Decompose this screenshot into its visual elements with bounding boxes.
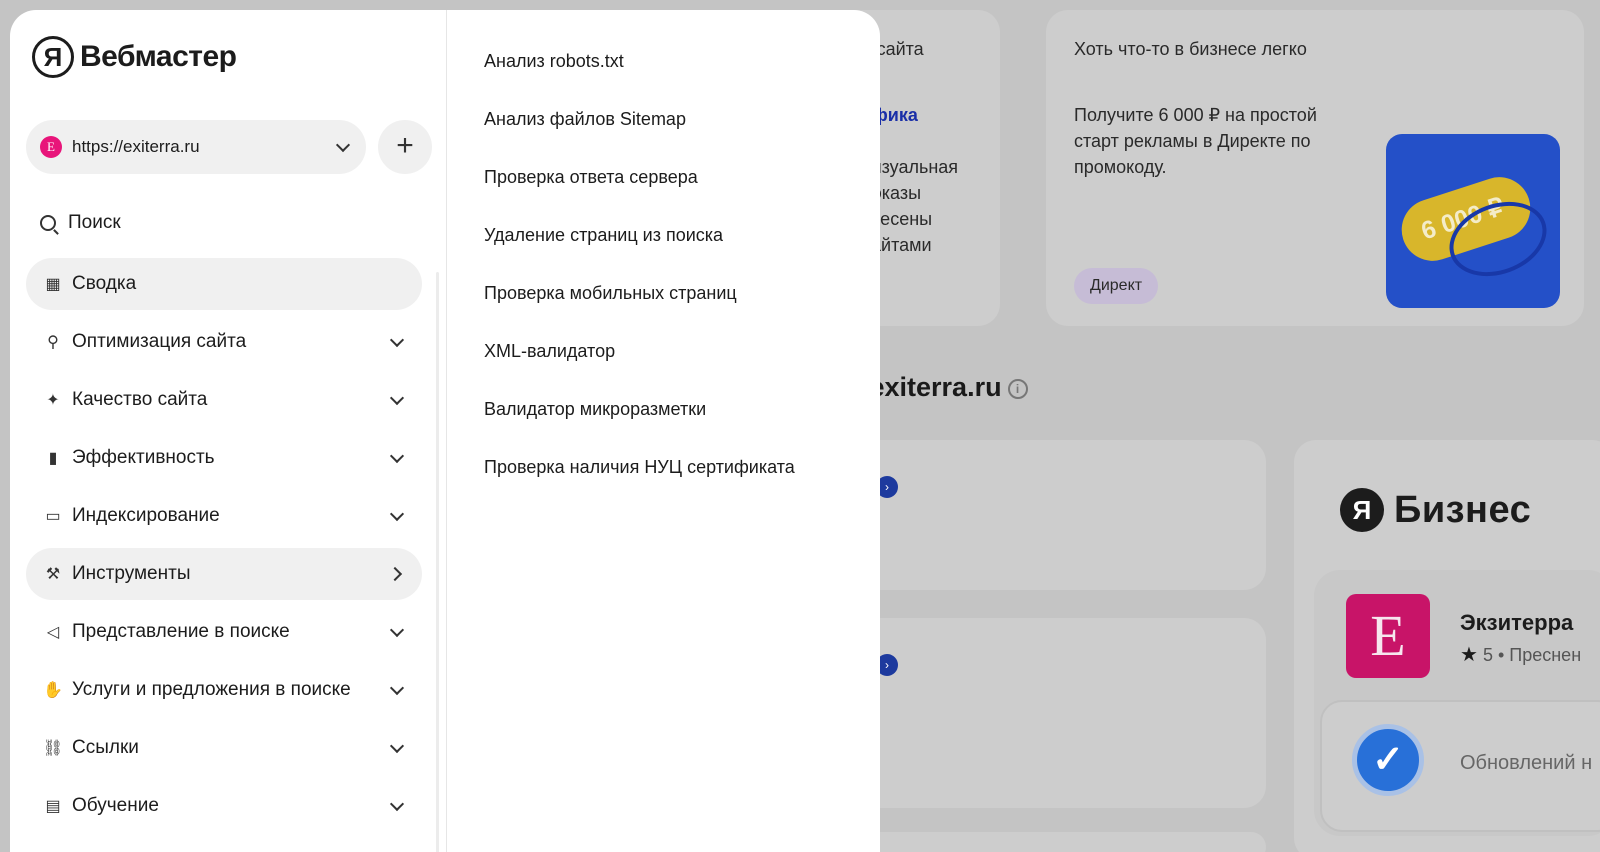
- wrench-icon: ⚒: [45, 566, 61, 583]
- promo-text: Получите 6 000 ₽ на простой старт реклам…: [1074, 105, 1317, 177]
- panel-divider: [446, 10, 447, 852]
- chevron-down-icon: [388, 391, 406, 409]
- search-label: Поиск: [68, 212, 121, 233]
- chevron-down-icon: [388, 739, 406, 757]
- monitor-icon: ▭: [45, 508, 61, 525]
- site-selector[interactable]: E https://exiterra.ru: [26, 120, 366, 174]
- menu-item-efficiency[interactable]: ▮ Эффективность: [26, 432, 422, 484]
- navigation-drawer: Я Вебмастер E https://exiterra.ru + Поис…: [10, 10, 880, 852]
- menu-item-label: Оптимизация сайта: [72, 331, 247, 352]
- business-logo-word: Бизнес: [1394, 488, 1532, 531]
- site-url: https://exiterra.ru: [72, 137, 200, 156]
- book-icon: ▤: [45, 798, 61, 815]
- tool-server-response[interactable]: Проверка ответа сервера: [484, 164, 795, 222]
- menu-item-quality[interactable]: ✦ Качество сайта: [26, 374, 422, 426]
- business-logo-mark: Я: [1340, 488, 1384, 532]
- menu-item-label: Обучение: [72, 795, 159, 816]
- menu-item-indexing[interactable]: ▭ Индексирование: [26, 490, 422, 542]
- sitemap-icon: ⚲: [47, 334, 59, 351]
- tool-certificate-check[interactable]: Проверка наличия НУЦ сертификата: [484, 454, 795, 512]
- main-menu: ▦ Сводка ⚲ Оптимизация сайта ✦ Качество …: [26, 258, 422, 838]
- menu-item-search-appearance[interactable]: ◁ Представление в поиске: [26, 606, 422, 658]
- org-location: • Преснен: [1497, 645, 1582, 665]
- chevron-down-icon: [388, 681, 406, 699]
- grid-icon: ▦: [45, 276, 61, 293]
- menu-item-label: Качество сайта: [72, 389, 208, 410]
- org-name[interactable]: Экзитерра: [1460, 610, 1573, 636]
- tool-remove-pages[interactable]: Удаление страниц из поиска: [484, 222, 795, 280]
- chevron-right-icon: [388, 565, 406, 583]
- chevron-down-icon: [388, 507, 406, 525]
- menu-item-summary[interactable]: ▦ Сводка: [26, 258, 422, 310]
- tool-xml-validator[interactable]: XML-валидатор: [484, 338, 795, 396]
- tools-submenu: Анализ robots.txt Анализ файлов Sitemap …: [484, 48, 795, 512]
- section-card[interactable]: [830, 440, 1266, 590]
- menu-item-optimization[interactable]: ⚲ Оптимизация сайта: [26, 316, 422, 368]
- promo-image: 6 000 ₽: [1386, 134, 1560, 308]
- updates-text: Обновлений н: [1460, 752, 1593, 774]
- bars-icon: ▮: [48, 450, 58, 467]
- chevron-down-icon: [334, 138, 352, 156]
- search-icon: [40, 215, 56, 231]
- section-title-text: /exiterra.ru: [862, 372, 1002, 402]
- promo-tag[interactable]: Директ: [1074, 268, 1159, 304]
- menu-item-label: Эффективность: [72, 447, 215, 468]
- chevron-down-icon: [388, 333, 406, 351]
- sidebar: Я Вебмастер E https://exiterra.ru + Поис…: [10, 10, 446, 852]
- menu-item-label: Индексирование: [72, 505, 220, 526]
- menu-item-label: Ссылки: [72, 737, 139, 758]
- tool-markup-validator[interactable]: Валидатор микроразметки: [484, 396, 795, 454]
- menu-item-learning[interactable]: ▤ Обучение: [26, 780, 422, 832]
- logo-text: Вебмастер: [80, 40, 237, 73]
- sidebar-scrollbar[interactable]: [436, 272, 439, 852]
- business-logo: Я Бизнес: [1340, 488, 1531, 532]
- menu-item-label: Инструменты: [72, 563, 191, 584]
- org-logo: E: [1346, 594, 1430, 678]
- section-card[interactable]: [830, 618, 1266, 808]
- chevron-down-icon: [388, 797, 406, 815]
- tool-robots-analysis[interactable]: Анализ robots.txt: [484, 48, 795, 106]
- tool-sitemap-analysis[interactable]: Анализ файлов Sitemap: [484, 106, 795, 164]
- star-icon: ★: [1460, 644, 1478, 666]
- menu-item-label: Услуги и предложения в поиске: [72, 679, 351, 700]
- org-rating-value: 5: [1482, 645, 1493, 665]
- link-icon: ⛓: [42, 740, 64, 757]
- chevron-down-icon: [388, 449, 406, 467]
- site-favicon-icon: E: [40, 136, 62, 158]
- menu-item-services[interactable]: ✋ Услуги и предложения в поиске: [26, 664, 422, 716]
- section-card: [830, 832, 1266, 852]
- add-site-button[interactable]: +: [378, 120, 432, 174]
- megaphone-icon: ◁: [46, 624, 60, 641]
- menu-item-tools[interactable]: ⚒ Инструменты: [26, 548, 422, 600]
- promo-title: Хоть что-то в бизнесе легко: [1074, 39, 1307, 59]
- verified-check-icon: ✓: [1352, 724, 1424, 796]
- chevron-down-icon: [388, 623, 406, 641]
- org-rating: ★ 5 • Преснен: [1460, 642, 1581, 667]
- section-title: /exiterra.ru i: [862, 372, 1028, 403]
- sparkle-icon: ✦: [46, 392, 60, 409]
- tool-mobile-check[interactable]: Проверка мобильных страниц: [484, 280, 795, 338]
- webmaster-logo[interactable]: Я Вебмастер: [32, 36, 237, 78]
- info-icon[interactable]: i: [1007, 378, 1028, 399]
- search-button[interactable]: Поиск: [40, 212, 121, 234]
- menu-item-links[interactable]: ⛓ Ссылки: [26, 722, 422, 774]
- yandex-logo-icon: Я: [32, 36, 74, 78]
- menu-item-label: Сводка: [72, 273, 137, 294]
- hand-icon: ✋: [43, 682, 63, 699]
- menu-item-label: Представление в поиске: [72, 621, 290, 642]
